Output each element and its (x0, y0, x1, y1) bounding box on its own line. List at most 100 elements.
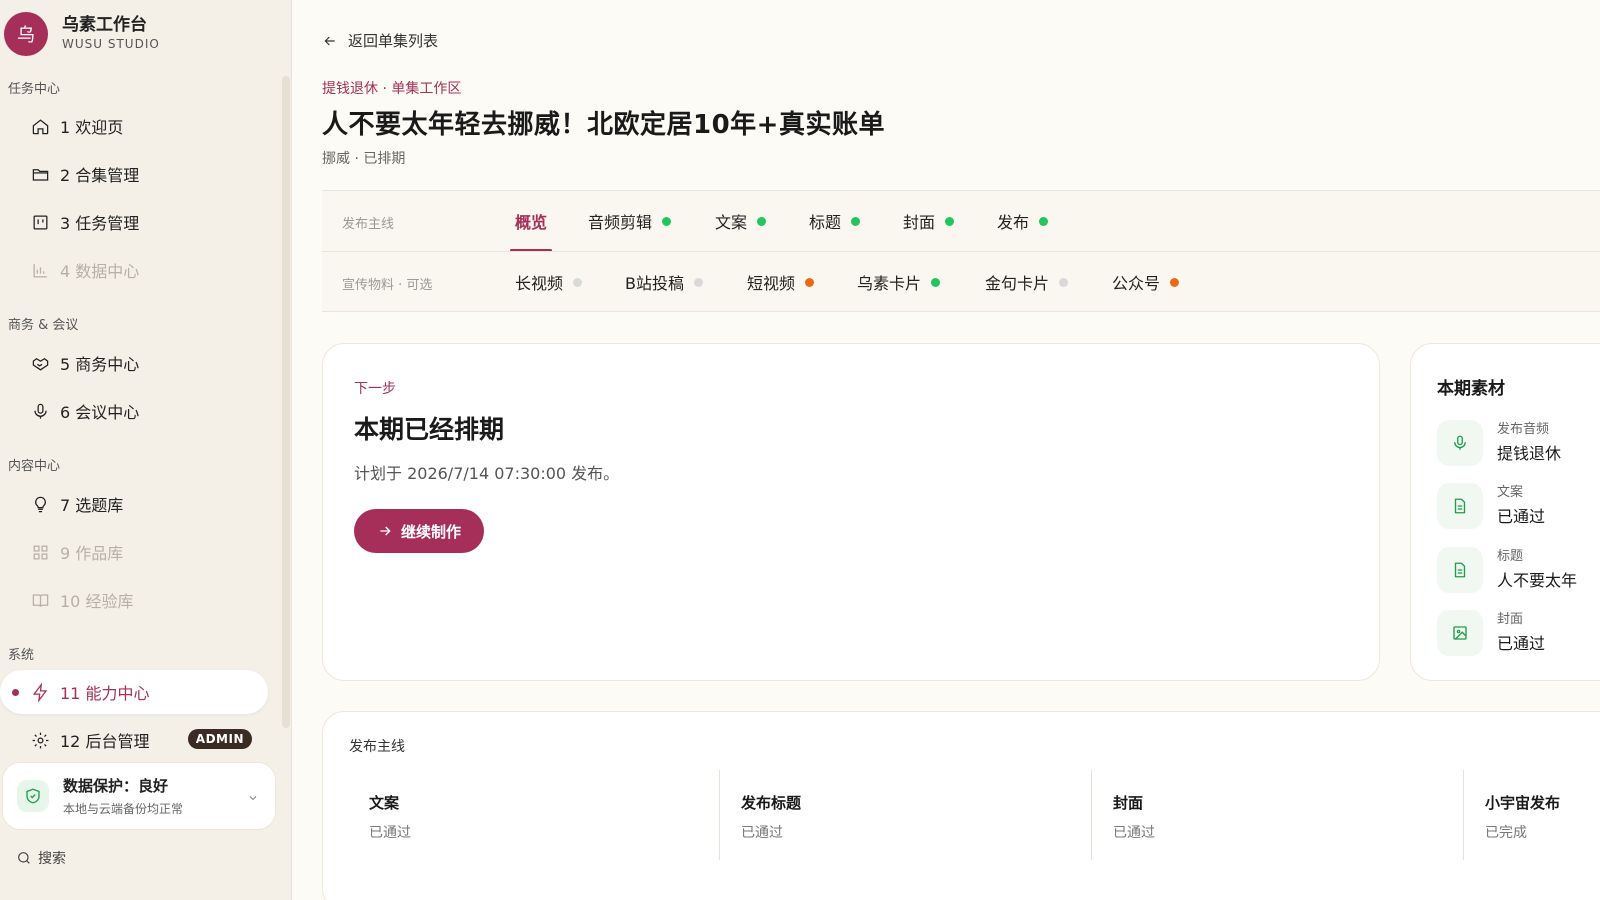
folder-icon (30, 164, 50, 184)
back-to-list-link[interactable]: 返回单集列表 (322, 30, 438, 51)
tab-bilibili[interactable]: B站投稿 (625, 252, 703, 312)
column-divider (1463, 770, 1464, 860)
material-value: 已通过 (1497, 634, 1546, 653)
lightbulb-icon (30, 494, 50, 514)
status-dot (573, 277, 583, 287)
material-label: 文案 (1497, 485, 1524, 500)
publish-step-name: 文案 (369, 794, 400, 812)
status-dot (757, 216, 767, 226)
tab-label: 长视频 (515, 274, 564, 293)
sidebar-item-business[interactable]: 5 商务中心 (0, 341, 268, 385)
chevron-down-icon[interactable] (247, 789, 259, 801)
sidebar-item-data[interactable]: 4 数据中心 (0, 248, 268, 292)
tab-publish[interactable]: 发布 (997, 191, 1049, 251)
sidebar-item-welcome[interactable]: 1 欢迎页 (0, 104, 268, 148)
main-line-label: 发布主线 (342, 217, 395, 232)
publish-step-status: 已通过 (1113, 825, 1155, 841)
tab-quote-card[interactable]: 金句卡片 (985, 252, 1069, 312)
material-item-title[interactable]: 标题 人不要太年 (1437, 545, 1600, 595)
sidebar-item-collections[interactable]: 2 合集管理 (0, 152, 268, 196)
brand[interactable]: 乌 乌素工作台 WUSU STUDIO (4, 12, 160, 56)
mic-icon (30, 401, 50, 421)
document-icon (1437, 483, 1483, 529)
sidebar-item-label: 2 合集管理 (60, 166, 140, 185)
publish-line-card: 发布主线 文案 已通过 发布标题 已通过 封面 已通过 小宇宙发布 已完成 (322, 711, 1600, 900)
next-step-title: 本期已经排期 (354, 415, 505, 444)
material-item-audio[interactable]: 发布音频 提钱退休 (1437, 418, 1600, 468)
tab-official-account[interactable]: 公众号 (1112, 252, 1180, 312)
workflow-tabs-panel: 发布主线 概览 音频剪辑 文案 标题 封面 发布 宣传物料 · 可选 长视频 B… (322, 190, 1600, 312)
publish-step-name: 发布标题 (741, 794, 802, 812)
protection-subtitle: 本地与云端备份均正常 (63, 802, 184, 816)
promo-label: 宣传物料 · 可选 (342, 278, 433, 293)
sidebar-item-works[interactable]: 9 作品库 (0, 530, 268, 574)
sidebar-item-topics[interactable]: 7 选题库 (0, 482, 268, 526)
sidebar-item-label: 9 作品库 (60, 544, 124, 563)
tabs-divider (322, 251, 1600, 252)
search-icon (18, 852, 30, 864)
data-protection-panel[interactable]: 数据保护：良好 本地与云端备份均正常 (2, 762, 276, 830)
group-title-tasks: 任务中心 (8, 82, 61, 97)
tab-title[interactable]: 标题 (809, 191, 861, 251)
column-divider (719, 770, 720, 860)
shield-check-icon (17, 780, 49, 812)
sidebar-item-tasks[interactable]: 3 任务管理 (0, 200, 268, 244)
material-label: 标题 (1497, 549, 1524, 564)
page-subtitle: 挪威 · 已排期 (322, 151, 406, 167)
material-label: 封面 (1497, 612, 1524, 627)
tab-label: 音频剪辑 (588, 213, 653, 232)
sidebar-search[interactable]: 搜索 (16, 848, 66, 868)
tab-label: 概览 (515, 213, 548, 232)
sidebar-item-label: 7 选题库 (60, 496, 124, 515)
publish-step-status: 已完成 (1485, 825, 1527, 841)
sidebar-item-label: 3 任务管理 (60, 214, 140, 233)
group-title-content: 内容中心 (8, 459, 61, 474)
sidebar-item-meetings[interactable]: 6 会议中心 (0, 389, 268, 433)
tab-wusu-card[interactable]: 乌素卡片 (857, 252, 941, 312)
status-dot (1059, 277, 1069, 287)
sidebar-item-label: 10 经验库 (60, 592, 134, 611)
material-label: 发布音频 (1497, 422, 1550, 437)
image-icon (1437, 610, 1483, 656)
continue-button[interactable]: 继续制作 (354, 509, 484, 553)
sidebar-item-label: 11 能力中心 (60, 684, 150, 703)
bolt-icon (30, 682, 50, 702)
tab-long-video[interactable]: 长视频 (515, 252, 583, 312)
document-icon (1437, 547, 1483, 593)
status-dot (1170, 277, 1180, 287)
brand-name: 乌素工作台 (62, 15, 147, 35)
sidebar-item-experience[interactable]: 10 经验库 (0, 578, 268, 622)
publish-step-status: 已通过 (369, 825, 411, 841)
column-divider (1091, 770, 1092, 860)
tab-label: 乌素卡片 (857, 274, 922, 293)
materials-card: 本期素材 发布音频 提钱退休 文案 已通过 标题 人不要太年 封面 已通过 (1410, 343, 1600, 681)
continue-button-label: 继续制作 (400, 522, 461, 541)
tab-overview[interactable]: 概览 (515, 191, 547, 251)
bar-chart-icon (30, 260, 50, 280)
book-icon (30, 590, 50, 610)
next-step-label: 下一步 (354, 381, 396, 397)
tab-copy[interactable]: 文案 (715, 191, 767, 251)
publish-step-name: 小宇宙发布 (1485, 794, 1561, 812)
sidebar-item-admin[interactable]: 12 后台管理 ADMIN (0, 718, 268, 762)
tab-cover[interactable]: 封面 (903, 191, 955, 251)
publish-step-name: 封面 (1113, 794, 1144, 812)
sidebar-scrollbar[interactable] (282, 76, 290, 728)
tab-label: 公众号 (1112, 274, 1161, 293)
status-dot (805, 277, 815, 287)
tab-label: B站投稿 (625, 274, 684, 293)
material-item-cover[interactable]: 封面 已通过 (1437, 608, 1600, 658)
home-icon (30, 116, 50, 136)
admin-badge: ADMIN (187, 729, 252, 749)
brand-logo: 乌 (4, 12, 48, 56)
tab-short-video[interactable]: 短视频 (747, 252, 815, 312)
sidebar-item-capability[interactable]: 11 能力中心 (0, 670, 268, 714)
protection-title: 数据保护：良好 (63, 777, 169, 795)
gear-icon (30, 730, 50, 750)
publish-step-status: 已通过 (741, 825, 783, 841)
material-item-copy[interactable]: 文案 已通过 (1437, 481, 1600, 531)
active-indicator (12, 689, 19, 696)
tab-label: 短视频 (747, 274, 796, 293)
sidebar-item-label: 6 会议中心 (60, 403, 140, 422)
tab-audio-edit[interactable]: 音频剪辑 (588, 191, 672, 251)
